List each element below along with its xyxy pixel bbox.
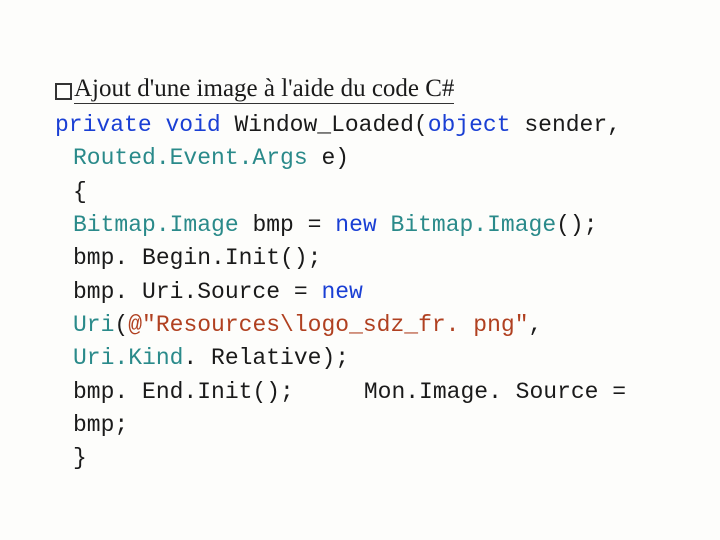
heading-text: Ajout d'une image à l'aide du code C# xyxy=(74,75,454,104)
code-line-6: bmp. Uri.Source = new xyxy=(55,276,665,309)
code-line-7: Uri(@"Resources\logo_sdz_fr. png", Uri.K… xyxy=(55,309,665,376)
code-line-2: Routed.Event.Args e) xyxy=(55,142,665,175)
slide-heading: Ajout d'une image à l'aide du code C# xyxy=(55,75,665,103)
decorative-top-curves xyxy=(0,0,720,40)
code-line-5: bmp. Begin.Init(); xyxy=(55,242,665,275)
code-block: private void Window_Loaded(object sender… xyxy=(55,109,665,476)
code-line-4: Bitmap.Image bmp = new Bitmap.Image(); xyxy=(55,209,665,242)
slide-content: Ajout d'une image à l'aide du code C# pr… xyxy=(55,75,665,476)
code-line-9: } xyxy=(55,442,665,475)
code-line-8: bmp. End.Init();Mon.Image. Source = bmp; xyxy=(55,376,665,443)
bullet-box-icon xyxy=(55,83,72,100)
code-line-1: private void Window_Loaded(object sender… xyxy=(55,109,665,142)
code-line-3: { xyxy=(55,176,665,209)
